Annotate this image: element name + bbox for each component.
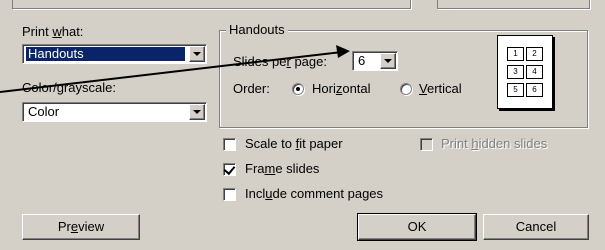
annotation-arrow [0, 45, 350, 93]
